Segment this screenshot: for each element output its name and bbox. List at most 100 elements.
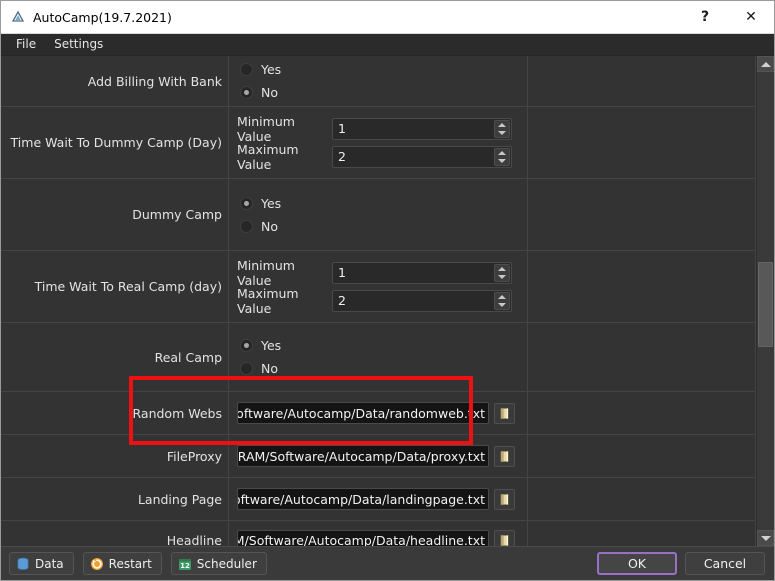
path-input[interactable]: M/Software/Autocamp/Data/randomweb.txt — [237, 402, 489, 424]
browse-button[interactable] — [494, 488, 515, 510]
settings-grid: Add Billing With Bank Yes No Time Wait To D… — [1, 56, 756, 546]
settings-row: Landing Page M/Software/Autocamp/Data/lan… — [1, 478, 756, 521]
scroll-up-icon[interactable] — [757, 56, 774, 72]
bottom-toolbar: Data Restart 12 Scheduler OK Cancel — [1, 546, 774, 580]
radio-option[interactable]: Yes — [237, 334, 527, 357]
radio-option[interactable]: No — [237, 357, 527, 380]
setting-label: Time Wait To Dummy Camp (Day) — [1, 107, 229, 178]
radio-option[interactable]: Yes — [237, 58, 527, 81]
spinner-label: Minimum Value — [237, 257, 295, 288]
path-input[interactable]: RAM/Software/Autocamp/Data/headline.txt — [237, 529, 489, 546]
path-input[interactable]: M/Software/Autocamp/Data/landingpage.txt — [237, 488, 489, 510]
spinner-row: Minimum Value 1 — [237, 113, 527, 144]
menu-bar: File Settings — [1, 34, 774, 56]
settings-row: Real Camp Yes No — [1, 323, 756, 392]
settings-row: Time Wait To Real Camp (day) Minimum Valu… — [1, 251, 756, 323]
setting-label: Random Webs — [1, 392, 229, 434]
browse-button[interactable] — [494, 530, 515, 546]
menu-item-settings[interactable]: Settings — [45, 35, 112, 54]
path-row: :/TRAM/Software/Autocamp/Data/proxy.txt — [237, 444, 527, 469]
data-button-label: Data — [35, 556, 64, 571]
cancel-button[interactable]: Cancel — [685, 552, 765, 575]
radio-option-label: Yes — [261, 62, 282, 77]
spinner-up-icon[interactable] — [495, 149, 509, 157]
path-value: :/TRAM/Software/Autocamp/Data/proxy.txt — [237, 448, 485, 464]
setting-control: Yes No — [229, 323, 528, 391]
folder-icon — [500, 493, 509, 505]
radio-button-icon[interactable] — [240, 86, 253, 99]
spinner-up-icon[interactable] — [495, 265, 509, 273]
spinner-input[interactable]: 1 — [332, 261, 512, 284]
radio-option-label: No — [261, 361, 278, 376]
radio-option[interactable]: No — [237, 81, 527, 104]
path-value: M/Software/Autocamp/Data/landingpage.txt — [237, 491, 485, 507]
spinner-input[interactable]: 2 — [332, 289, 512, 312]
menu-item-file[interactable]: File — [7, 35, 45, 54]
setting-control: :/TRAM/Software/Autocamp/Data/proxy.txt — [229, 435, 528, 477]
setting-control: M/Software/Autocamp/Data/landingpage.txt — [229, 478, 528, 520]
spinner-buttons[interactable] — [494, 147, 510, 166]
dialog-buttons: OK Cancel — [589, 552, 765, 575]
setting-extra — [528, 435, 756, 477]
spinner-row: Maximum Value 2 — [237, 285, 527, 316]
spinner-label: Minimum Value — [237, 113, 295, 144]
browse-button[interactable] — [494, 402, 515, 424]
spinner-label: Maximum Value — [237, 285, 299, 316]
spinner-down-icon[interactable] — [495, 273, 509, 281]
scheduler-button-label: Scheduler — [196, 556, 257, 571]
radio-button-icon[interactable] — [240, 362, 253, 375]
spinner-down-icon[interactable] — [495, 129, 509, 137]
browse-button[interactable] — [494, 445, 515, 467]
spinner-up-icon[interactable] — [495, 293, 509, 301]
data-button[interactable]: Data — [9, 552, 74, 575]
restart-button[interactable]: Restart — [82, 552, 162, 575]
vertical-scrollbar[interactable] — [756, 56, 774, 546]
setting-extra — [528, 107, 756, 178]
radio-button-icon[interactable] — [240, 196, 253, 210]
path-row: M/Software/Autocamp/Data/randomweb.txt — [237, 401, 527, 426]
radio-option-label: Yes — [261, 338, 282, 353]
scheduler-button[interactable]: 12 Scheduler — [170, 552, 267, 575]
scrollbar-track[interactable] — [757, 72, 774, 530]
setting-control: Minimum Value 1 Maximum Value 2 — [229, 251, 528, 322]
help-icon[interactable]: ? — [682, 1, 728, 33]
radio-option-label: No — [261, 218, 278, 234]
setting-label: Real Camp — [1, 323, 229, 391]
settings-row: Add Billing With Bank Yes No — [1, 56, 756, 107]
path-value: RAM/Software/Autocamp/Data/headline.txt — [237, 533, 485, 546]
spinner-row: Maximum Value 2 — [237, 142, 527, 172]
spinner-value: 1 — [338, 121, 346, 136]
spinner-buttons[interactable] — [494, 291, 510, 310]
refresh-icon — [90, 557, 104, 571]
restart-button-label: Restart — [108, 556, 152, 571]
scroll-down-icon[interactable] — [757, 530, 774, 546]
spinner-down-icon[interactable] — [495, 301, 509, 309]
radio-option-label: No — [261, 85, 278, 100]
setting-control: Yes No — [229, 179, 528, 250]
spinner-buttons[interactable] — [494, 263, 510, 282]
scrollbar-thumb[interactable] — [758, 262, 773, 347]
database-icon — [16, 557, 30, 571]
spinner-input[interactable]: 1 — [332, 117, 512, 140]
path-input[interactable]: :/TRAM/Software/Autocamp/Data/proxy.txt — [237, 445, 489, 467]
setting-extra — [528, 521, 756, 546]
radio-button-icon[interactable] — [240, 219, 253, 233]
setting-label: Add Billing With Bank — [1, 56, 229, 106]
ok-button[interactable]: OK — [597, 552, 677, 575]
settings-row: Dummy Camp Yes No — [1, 179, 756, 251]
close-icon[interactable]: ✕ — [728, 1, 774, 33]
radio-button-icon[interactable] — [240, 339, 253, 352]
radio-option[interactable]: Yes — [237, 192, 527, 215]
settings-row: Time Wait To Dummy Camp (Day) Minimum Val… — [1, 107, 756, 179]
setting-control: Yes No — [229, 56, 528, 106]
settings-row: Headline RAM/Software/Autocamp/Data/headl… — [1, 521, 756, 546]
application-window: AutoCamp(19.7.2021) ? ✕ File Settings Ad… — [0, 0, 775, 581]
spinner-down-icon[interactable] — [495, 157, 509, 165]
settings-row: FileProxy:/TRAM/Software/Autocamp/Data/p… — [1, 435, 756, 478]
spinner-up-icon[interactable] — [495, 121, 509, 129]
spinner-buttons[interactable] — [494, 119, 510, 138]
spinner-input[interactable]: 2 — [332, 145, 512, 168]
setting-control: RAM/Software/Autocamp/Data/headline.txt — [229, 521, 528, 546]
radio-button-icon[interactable] — [240, 63, 253, 76]
radio-option[interactable]: No — [237, 215, 527, 238]
